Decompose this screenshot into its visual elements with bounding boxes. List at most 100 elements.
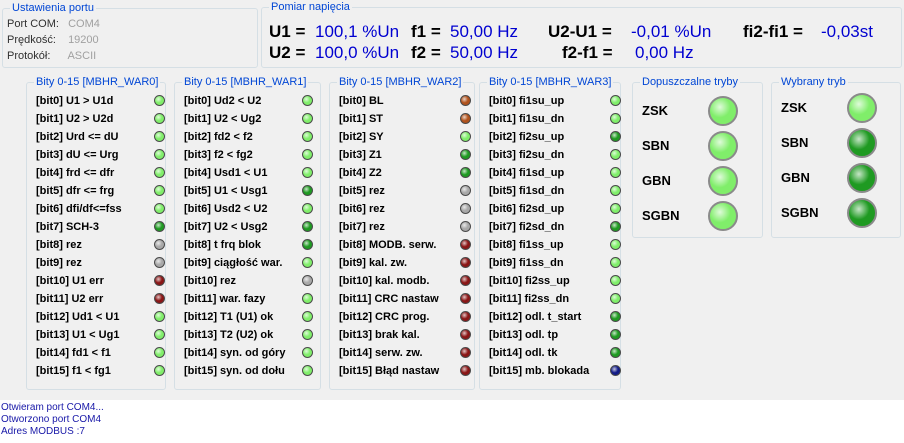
bit-label: [bit11] war. fazy <box>184 293 266 305</box>
f2-label: f2 = <box>411 43 441 62</box>
status-led-icon <box>460 203 471 214</box>
bit-row: [bit0] fi1su_up <box>489 92 624 110</box>
port-settings-title: Ustawienia portu <box>10 1 96 15</box>
bit-label: [bit6] rez <box>339 203 385 215</box>
bit-row: [bit9] fi1ss_dn <box>489 254 624 272</box>
status-led-icon <box>154 185 165 196</box>
bit-label: [bit8] fi1ss_up <box>489 239 564 251</box>
bit-row: [bit10] rez <box>184 272 316 290</box>
bit-label: [bit13] U1 < Ug1 <box>36 329 120 341</box>
status-led-icon <box>302 275 313 286</box>
mode-label: ZSK <box>781 100 807 115</box>
bit-row: [bit7] fi2sd_dn <box>489 218 624 236</box>
bit-label: [bit4] Usd1 < U1 <box>184 167 268 179</box>
status-led-icon <box>302 221 313 232</box>
mode-indicator-icon <box>708 166 738 196</box>
bit-row: [bit13] brak kal. <box>339 326 474 344</box>
bit-row: [bit3] fi2su_dn <box>489 146 624 164</box>
mode-label: GBN <box>642 173 671 188</box>
bit-label: [bit6] Usd2 < U2 <box>184 203 268 215</box>
status-led-icon <box>610 347 621 358</box>
status-led-icon <box>154 167 165 178</box>
mode-label: SGBN <box>642 208 680 223</box>
bit-row: [bit15] mb. blokada <box>489 362 624 380</box>
bit-row: [bit13] odl. tp <box>489 326 624 344</box>
status-led-icon <box>154 113 165 124</box>
status-led-icon <box>460 95 471 106</box>
bit-label: [bit15] f1 < fg1 <box>36 365 111 377</box>
bit-label: [bit7] U2 < Usg2 <box>184 221 268 233</box>
bit-label: [bit6] dfi/df<=fss <box>36 203 122 215</box>
bit-label: [bit12] odl. t_start <box>489 311 582 323</box>
status-led-icon <box>610 185 621 196</box>
mode-label: SBN <box>642 138 670 153</box>
bit-row: [bit14] syn. od góry <box>184 344 316 362</box>
bit-row: [bit7] rez <box>339 218 474 236</box>
bit-label: [bit5] fi1sd_dn <box>489 185 565 197</box>
allowed-modes-title: Dopuszczalne tryby <box>640 75 740 89</box>
bit-label: [bit0] fi1su_up <box>489 95 565 107</box>
bit-row: [bit2] Urd <= dU <box>36 128 168 146</box>
bit-row: [bit12] CRC prog. <box>339 308 474 326</box>
bit-row: [bit4] frd <= dfr <box>36 164 168 182</box>
bit-row: [bit14] odl. tk <box>489 344 624 362</box>
bit-row: [bit9] rez <box>36 254 168 272</box>
status-led-icon <box>460 131 471 142</box>
bit-label: [bit5] dfr <= frg <box>36 185 115 197</box>
status-led-icon <box>302 131 313 142</box>
bit-row: [bit11] fi2ss_dn <box>489 290 624 308</box>
bit-row: [bit5] U1 < Usg1 <box>184 182 316 200</box>
bit-label: [bit9] fi1ss_dn <box>489 257 564 269</box>
status-led-icon <box>302 149 313 160</box>
bit-row: [bit8] rez <box>36 236 168 254</box>
bit-row: [bit13] T2 (U2) ok <box>184 326 316 344</box>
bit-row: [bit3] dU <= Urg <box>36 146 168 164</box>
measurement-row-2: U2 = 100,0 %Un f2 = 50,00 Hz f2-f1 = 0,0… <box>262 41 898 65</box>
bit-row: [bit8] t frq blok <box>184 236 316 254</box>
bit-label: [bit3] fi2su_dn <box>489 149 565 161</box>
bit-label: [bit4] fi1sd_up <box>489 167 565 179</box>
bit-row: [bit1] U2 > U2d <box>36 110 168 128</box>
bit-label: [bit0] Ud2 < U2 <box>184 95 262 107</box>
bit-row: [bit0] BL <box>339 92 474 110</box>
status-led-icon <box>460 113 471 124</box>
status-led-icon <box>154 329 165 340</box>
bit-row: [bit1] fi1su_dn <box>489 110 624 128</box>
bit-group-war0-title: Bity 0-15 [MBHR_WAR0] <box>34 75 161 89</box>
bit-label: [bit10] rez <box>184 275 236 287</box>
bit-label: [bit8] t frq blok <box>184 239 261 251</box>
status-led-icon <box>302 311 313 322</box>
u2-value: 100,0 %Un <box>315 43 400 62</box>
mode-label: ZSK <box>642 103 668 118</box>
bit-group-war3: Bity 0-15 [MBHR_WAR3] [bit0] fi1su_up [bi… <box>479 75 624 390</box>
bit-row: [bit8] MODB. serw. <box>339 236 474 254</box>
bit-label: [bit0] BL <box>339 95 384 107</box>
bit-label: [bit2] fd2 < f2 <box>184 131 253 143</box>
bit-label: [bit13] brak kal. <box>339 329 420 341</box>
bit-group-war2: Bity 0-15 [MBHR_WAR2] [bit0] BL [bit1] ST… <box>329 75 475 390</box>
bit-label: [bit13] T2 (U2) ok <box>184 329 274 341</box>
selected-mode-sgbn: SGBN <box>772 196 902 230</box>
allowed-mode-sgbn: SGBN <box>633 199 763 233</box>
bit-row: [bit10] kal. modb. <box>339 272 474 290</box>
status-led-icon <box>610 311 621 322</box>
bit-row: [bit6] fi2sd_up <box>489 200 624 218</box>
bit-row: [bit2] fd2 < f2 <box>184 128 316 146</box>
bit-label: [bit1] fi1su_dn <box>489 113 565 125</box>
log-line: Otworzono port COM4 <box>1 414 102 425</box>
status-led-icon <box>460 239 471 250</box>
bit-label: [bit12] CRC prog. <box>339 311 430 323</box>
bit-label: [bit2] Urd <= dU <box>36 131 119 143</box>
bit-row: [bit0] Ud2 < U2 <box>184 92 316 110</box>
mode-label: GBN <box>781 170 810 185</box>
bit-row: [bit15] Błąd nastaw <box>339 362 474 380</box>
status-led-icon <box>460 221 471 232</box>
bit-row: [bit5] fi1sd_dn <box>489 182 624 200</box>
log-panel[interactable]: Otwieram port COM4... Otworzono port COM… <box>0 400 904 443</box>
allowed-mode-gbn: GBN <box>633 164 763 198</box>
bit-row: [bit14] serw. zw. <box>339 344 474 362</box>
bit-row: [bit5] rez <box>339 182 474 200</box>
log-line: Otwieram port COM4... <box>1 402 104 413</box>
bit-label: [bit6] fi2sd_up <box>489 203 565 215</box>
protocol-value: ASCII <box>67 50 97 62</box>
